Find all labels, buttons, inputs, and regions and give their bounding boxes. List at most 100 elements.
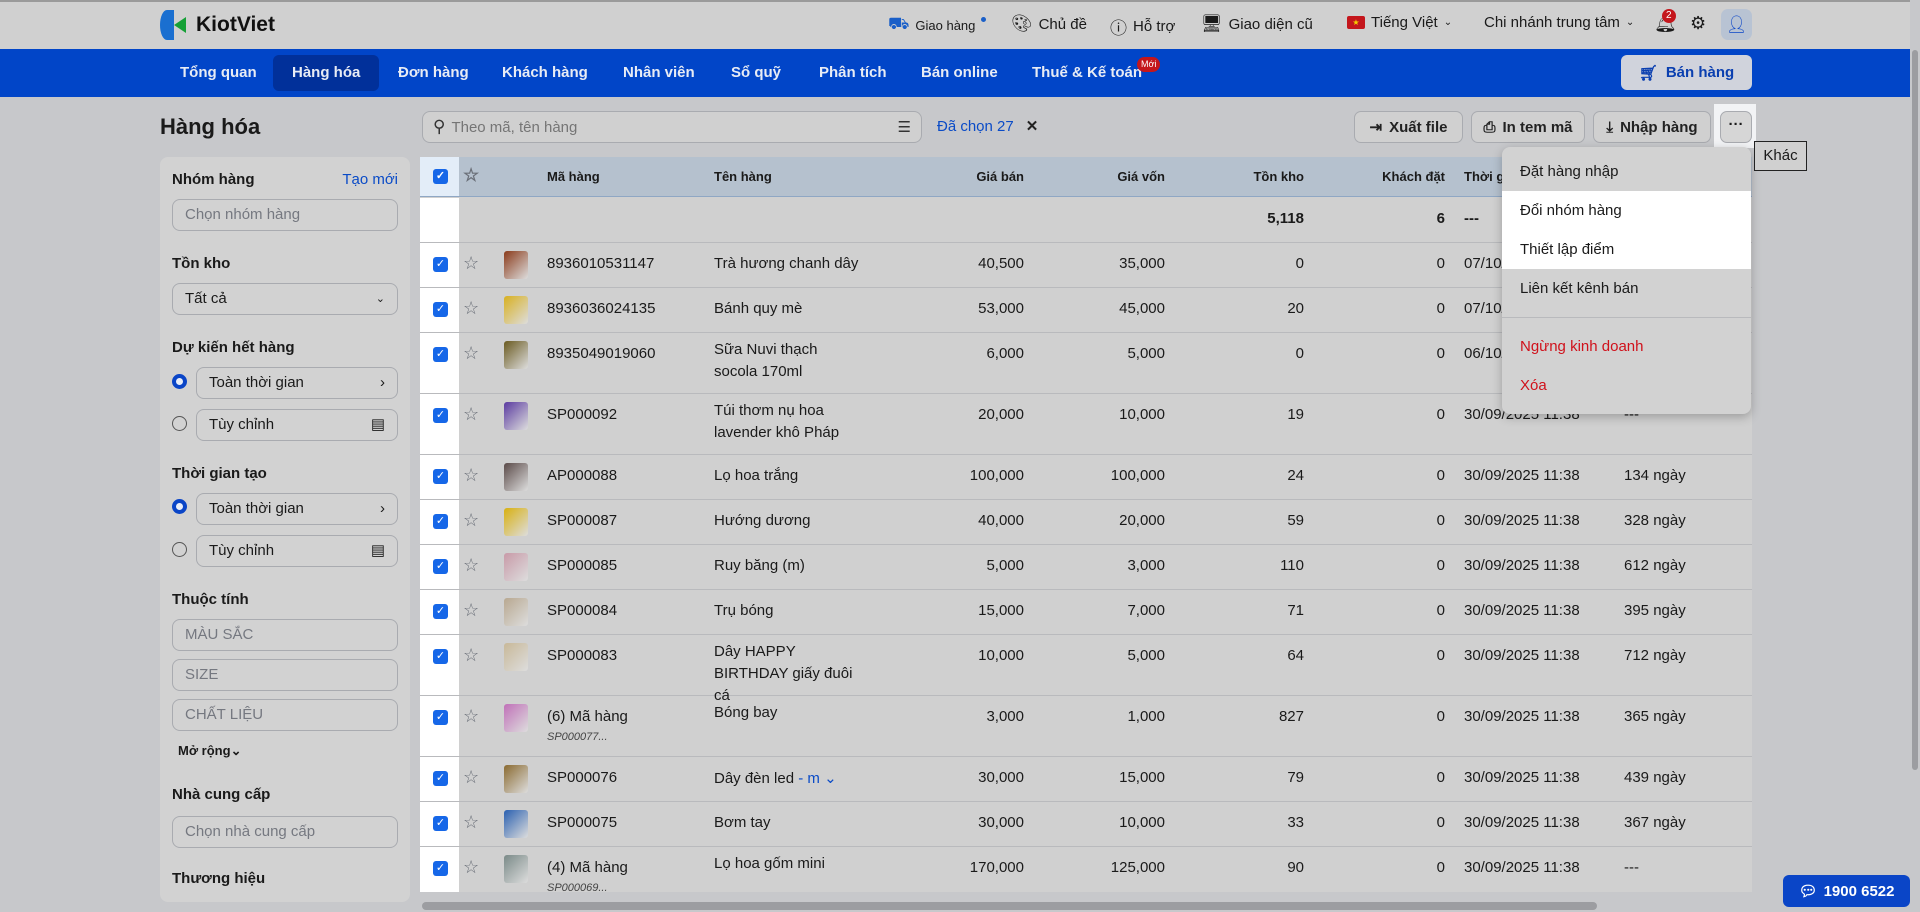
row-checkbox[interactable]: ✓ xyxy=(433,408,448,423)
all-time-select[interactable]: Toàn thời gian › xyxy=(196,367,398,399)
nav-analytics[interactable]: Phân tích xyxy=(800,55,906,91)
import-button[interactable]: ⤓ Nhập hàng xyxy=(1593,111,1711,143)
filter-settings-icon[interactable]: ☰ xyxy=(898,118,911,136)
hotline-chat-button[interactable]: 💬︎ 1900 6522 xyxy=(1783,875,1910,907)
product-code[interactable]: SP000092 xyxy=(547,406,617,423)
expand-link[interactable]: Mở rộng⌄ xyxy=(178,743,241,759)
star-icon[interactable]: ☆ xyxy=(463,645,479,666)
col-stock[interactable]: Tồn kho xyxy=(1204,169,1304,184)
product-code[interactable]: SP000083 xyxy=(547,647,617,664)
star-icon[interactable]: ☆ xyxy=(463,465,479,486)
horizontal-scrollbar[interactable] xyxy=(422,902,1597,910)
variant-select[interactable]: - m ⌄ xyxy=(798,770,836,787)
star-icon[interactable]: ☆ xyxy=(463,600,479,621)
stock-select[interactable]: Tất cả ⌄ xyxy=(172,283,398,315)
menu-purchase-order[interactable]: Đặt hàng nhập xyxy=(1502,152,1751,191)
row-checkbox[interactable]: ✓ xyxy=(433,347,448,362)
supplier-select[interactable]: Chọn nhà cung cấp xyxy=(172,816,398,848)
support-link[interactable]: ⓘ Hỗ trợ xyxy=(1110,14,1175,39)
avatar[interactable]: 👤︎ xyxy=(1721,9,1752,40)
star-icon[interactable]: ☆ xyxy=(463,298,479,319)
row-checkbox[interactable]: ✓ xyxy=(433,604,448,619)
table-row[interactable]: ✓ ☆ SP000075 Bơm tay 30,000 10,000 33 0 30/09/20… xyxy=(420,802,1752,847)
selected-count[interactable]: Đã chọn 27 xyxy=(937,118,1014,135)
nav-customers[interactable]: Khách hàng xyxy=(483,55,607,91)
star-icon[interactable]: ☆ xyxy=(463,706,479,727)
table-row[interactable]: ✓ ☆ (6) Mã hàng SP000077... Bóng bay 3,000 1,0… xyxy=(420,696,1752,757)
language-select[interactable]: ★ Tiếng Việt ⌄ xyxy=(1347,14,1452,31)
nav-products[interactable]: Hàng hóa xyxy=(273,55,380,91)
clear-selection-icon[interactable]: ✕ xyxy=(1026,117,1039,135)
gear-icon[interactable]: ⚙ xyxy=(1690,13,1706,34)
radio-created-all-time[interactable] xyxy=(172,499,187,514)
table-row[interactable]: ✓ ☆ SP000085 Ruy băng (m) 5,000 3,000 110 0 30/0… xyxy=(420,545,1752,590)
export-button[interactable]: ⇥ Xuất file xyxy=(1354,111,1463,143)
radio-created-custom[interactable] xyxy=(172,542,187,557)
bell-icon[interactable]: 🔔︎ 2 xyxy=(1654,9,1677,34)
product-code[interactable]: SP000084 xyxy=(547,602,617,619)
nav-overview[interactable]: Tổng quan xyxy=(161,55,276,91)
product-code[interactable]: SP000075 xyxy=(547,814,617,831)
row-checkbox[interactable]: ✓ xyxy=(433,302,448,317)
nav-orders[interactable]: Đơn hàng xyxy=(379,55,488,91)
table-row[interactable]: ✓ ☆ SP000083 Dây HAPPY BIRTHDAY giấy đuôi c… xyxy=(420,635,1752,704)
row-checkbox[interactable]: ✓ xyxy=(433,861,448,876)
table-row[interactable]: ✓ ☆ AP000088 Lọ hoa trắng 100,000 100,000 24 0 3… xyxy=(420,455,1752,500)
menu-stop-selling[interactable]: Ngừng kinh doanh xyxy=(1502,327,1751,366)
col-code[interactable]: Mã hàng xyxy=(547,169,600,184)
col-price[interactable]: Giá bán xyxy=(924,169,1024,184)
more-button[interactable]: ··· xyxy=(1720,111,1752,143)
radio-custom[interactable] xyxy=(172,416,187,431)
table-row[interactable]: ✓ ☆ (4) Mã hàng SP000069... Lọ hoa gốm mini 1… xyxy=(420,847,1752,892)
star-icon[interactable]: ☆ xyxy=(463,404,479,425)
product-code[interactable]: SP000087 xyxy=(547,512,617,529)
search-box[interactable]: ⚲☰ xyxy=(422,111,922,143)
row-checkbox[interactable]: ✓ xyxy=(433,257,448,272)
created-custom-picker[interactable]: Tùy chỉnh ▤ xyxy=(196,535,398,567)
custom-date-picker[interactable]: Tùy chỉnh ▤ xyxy=(196,409,398,441)
star-icon[interactable]: ☆ xyxy=(463,857,479,878)
row-checkbox[interactable]: ✓ xyxy=(433,514,448,529)
product-code[interactable]: (4) Mã hàng SP000069... xyxy=(547,859,628,892)
star-icon[interactable]: ☆ xyxy=(463,343,479,364)
product-code[interactable]: SP000076 xyxy=(547,769,617,786)
select-all-checkbox[interactable]: ✓ xyxy=(433,169,448,184)
print-barcode-button[interactable]: ⎙ In tem mã xyxy=(1471,111,1585,143)
color-attribute-input[interactable]: MÀU SẮC xyxy=(172,619,398,651)
group-select[interactable]: Chọn nhóm hàng xyxy=(172,199,398,231)
kiotviet-logo[interactable]: KiotViet xyxy=(160,10,275,40)
product-code[interactable]: (6) Mã hàng SP000077... xyxy=(547,708,628,743)
nav-cashbook[interactable]: Sổ quỹ xyxy=(712,55,800,91)
menu-link-channel[interactable]: Liên kết kênh bán xyxy=(1502,269,1751,308)
star-icon[interactable]: ☆ xyxy=(463,767,479,788)
sell-button[interactable]: 🛒︎ Bán hàng xyxy=(1621,55,1752,90)
star-icon[interactable]: ☆ xyxy=(463,510,479,531)
size-attribute-input[interactable]: SIZE xyxy=(172,659,398,691)
table-row[interactable]: ✓ ☆ SP000084 Trụ bóng 15,000 7,000 71 0 30/09/20… xyxy=(420,590,1752,635)
created-all-time-select[interactable]: Toàn thời gian › xyxy=(196,493,398,525)
star-icon[interactable]: ☆ xyxy=(463,812,479,833)
col-name[interactable]: Tên hàng xyxy=(714,169,772,184)
product-code[interactable]: 8935049019060 xyxy=(547,345,655,362)
table-row[interactable]: ✓ ☆ SP000076 Dây đèn led - m ⌄ 30,000 15,000 7… xyxy=(420,757,1752,802)
table-row[interactable]: ✓ ☆ SP000087 Hướng dương 40,000 20,000 59 0 30/0… xyxy=(420,500,1752,545)
row-checkbox[interactable]: ✓ xyxy=(433,816,448,831)
star-icon[interactable]: ☆ xyxy=(463,253,479,274)
row-checkbox[interactable]: ✓ xyxy=(433,559,448,574)
search-input[interactable] xyxy=(451,118,892,136)
menu-set-points[interactable]: Thiết lập điểm xyxy=(1502,230,1751,269)
branch-select[interactable]: Chi nhánh trung tâm ⌄ xyxy=(1484,14,1634,31)
row-checkbox[interactable]: ✓ xyxy=(433,469,448,484)
material-attribute-input[interactable]: CHẤT LIỆU xyxy=(172,699,398,731)
menu-change-group[interactable]: Đổi nhóm hàng xyxy=(1502,191,1751,230)
nav-online[interactable]: Bán online xyxy=(902,55,1017,91)
row-checkbox[interactable]: ✓ xyxy=(433,649,448,664)
star-icon[interactable]: ☆ xyxy=(463,555,479,576)
star-icon[interactable]: ☆ xyxy=(463,165,479,186)
theme-link[interactable]: 🎨︎ Chủ đề xyxy=(1011,14,1087,34)
old-ui-link[interactable]: 🖥︎ Giao diện cũ xyxy=(1201,14,1313,34)
vertical-scrollbar[interactable] xyxy=(1912,50,1918,770)
product-code[interactable]: SP000085 xyxy=(547,557,617,574)
menu-delete[interactable]: Xóa xyxy=(1502,366,1751,405)
nav-staff[interactable]: Nhân viên xyxy=(604,55,714,91)
